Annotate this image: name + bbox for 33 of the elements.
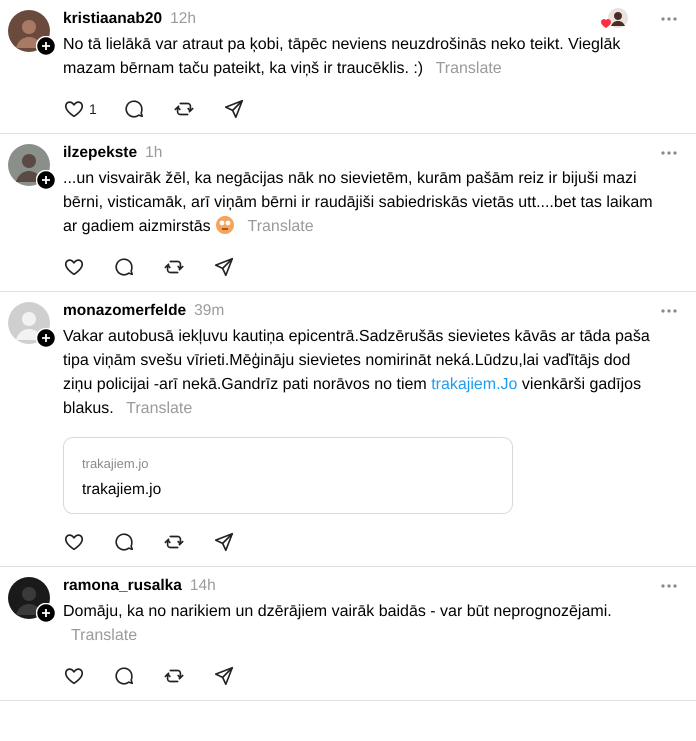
post-text: No tā lielākā var atraut pa ķobi, tāpēc neviens neuzdrošinās neko teikt. Vieglāk mazam bērnam taču pateikt, ka viņš ir traucēklis. :) Translate [63, 35, 622, 79]
username[interactable]: monazomerfelde [63, 302, 186, 320]
send-icon [222, 98, 245, 120]
follow-icon[interactable] [36, 36, 56, 56]
more-icon[interactable] [660, 16, 678, 22]
link-title: trakajiem.jo [82, 481, 162, 499]
more-icon[interactable] [660, 583, 678, 589]
post-time: 14h [190, 577, 216, 595]
more-icon[interactable] [660, 308, 678, 314]
send-icon [213, 256, 235, 278]
more-icon[interactable] [660, 150, 678, 156]
username[interactable]: ilzepekste [63, 144, 138, 162]
post-time: 39m [194, 302, 224, 320]
post-text: ...un visvairāk žēl, ka negācijas nāk no sievietēm, kurām pašām reiz ir bijuši mazi bērni, visticamāk, arī viņām bērni ir raudājiši sabiedriskās vietās utt....bet tas laikam ar gadiem aizmirstās Translate [63, 169, 654, 237]
post-text: Vakar autobusā iekļuvu kautiņa epicentrā.Sadzērušās sievietes kāvās ar tāda paša tipa viņām svešu vīrieti.Mēģināju sievietes nomirināt neká.Lūdzu,lai vaďītājs dod ziņu policijai -arī nekā.Gandrīz pati norāvos no tiem trakajiem.Jo vienkārši gadījos blakus. Translate [63, 327, 651, 419]
comment-icon [122, 98, 145, 120]
link-preview-card[interactable]: trakajiem.jo trakajiem.jo [63, 437, 513, 514]
like-button[interactable]: 1 [63, 98, 97, 120]
send-icon [213, 531, 235, 553]
follow-icon[interactable] [36, 603, 56, 623]
comment-icon [113, 256, 135, 278]
post-time: 1h [145, 144, 162, 162]
username[interactable]: kristiaanab20 [63, 10, 162, 28]
comment-icon [113, 531, 135, 553]
send-icon [213, 665, 235, 687]
comment-icon [113, 665, 135, 687]
link-domain: trakajiem.jo [82, 456, 150, 471]
emoji-icon [215, 215, 236, 235]
username[interactable]: ramona_rusalka [63, 577, 182, 595]
follow-icon[interactable] [36, 170, 56, 190]
post-text: Domāju, ka no narikiem un dzērājiem vairāk baidās - var būt neprognozējami. Translate [63, 602, 613, 646]
post-time: 12h [170, 10, 196, 28]
follow-icon[interactable] [36, 328, 56, 348]
